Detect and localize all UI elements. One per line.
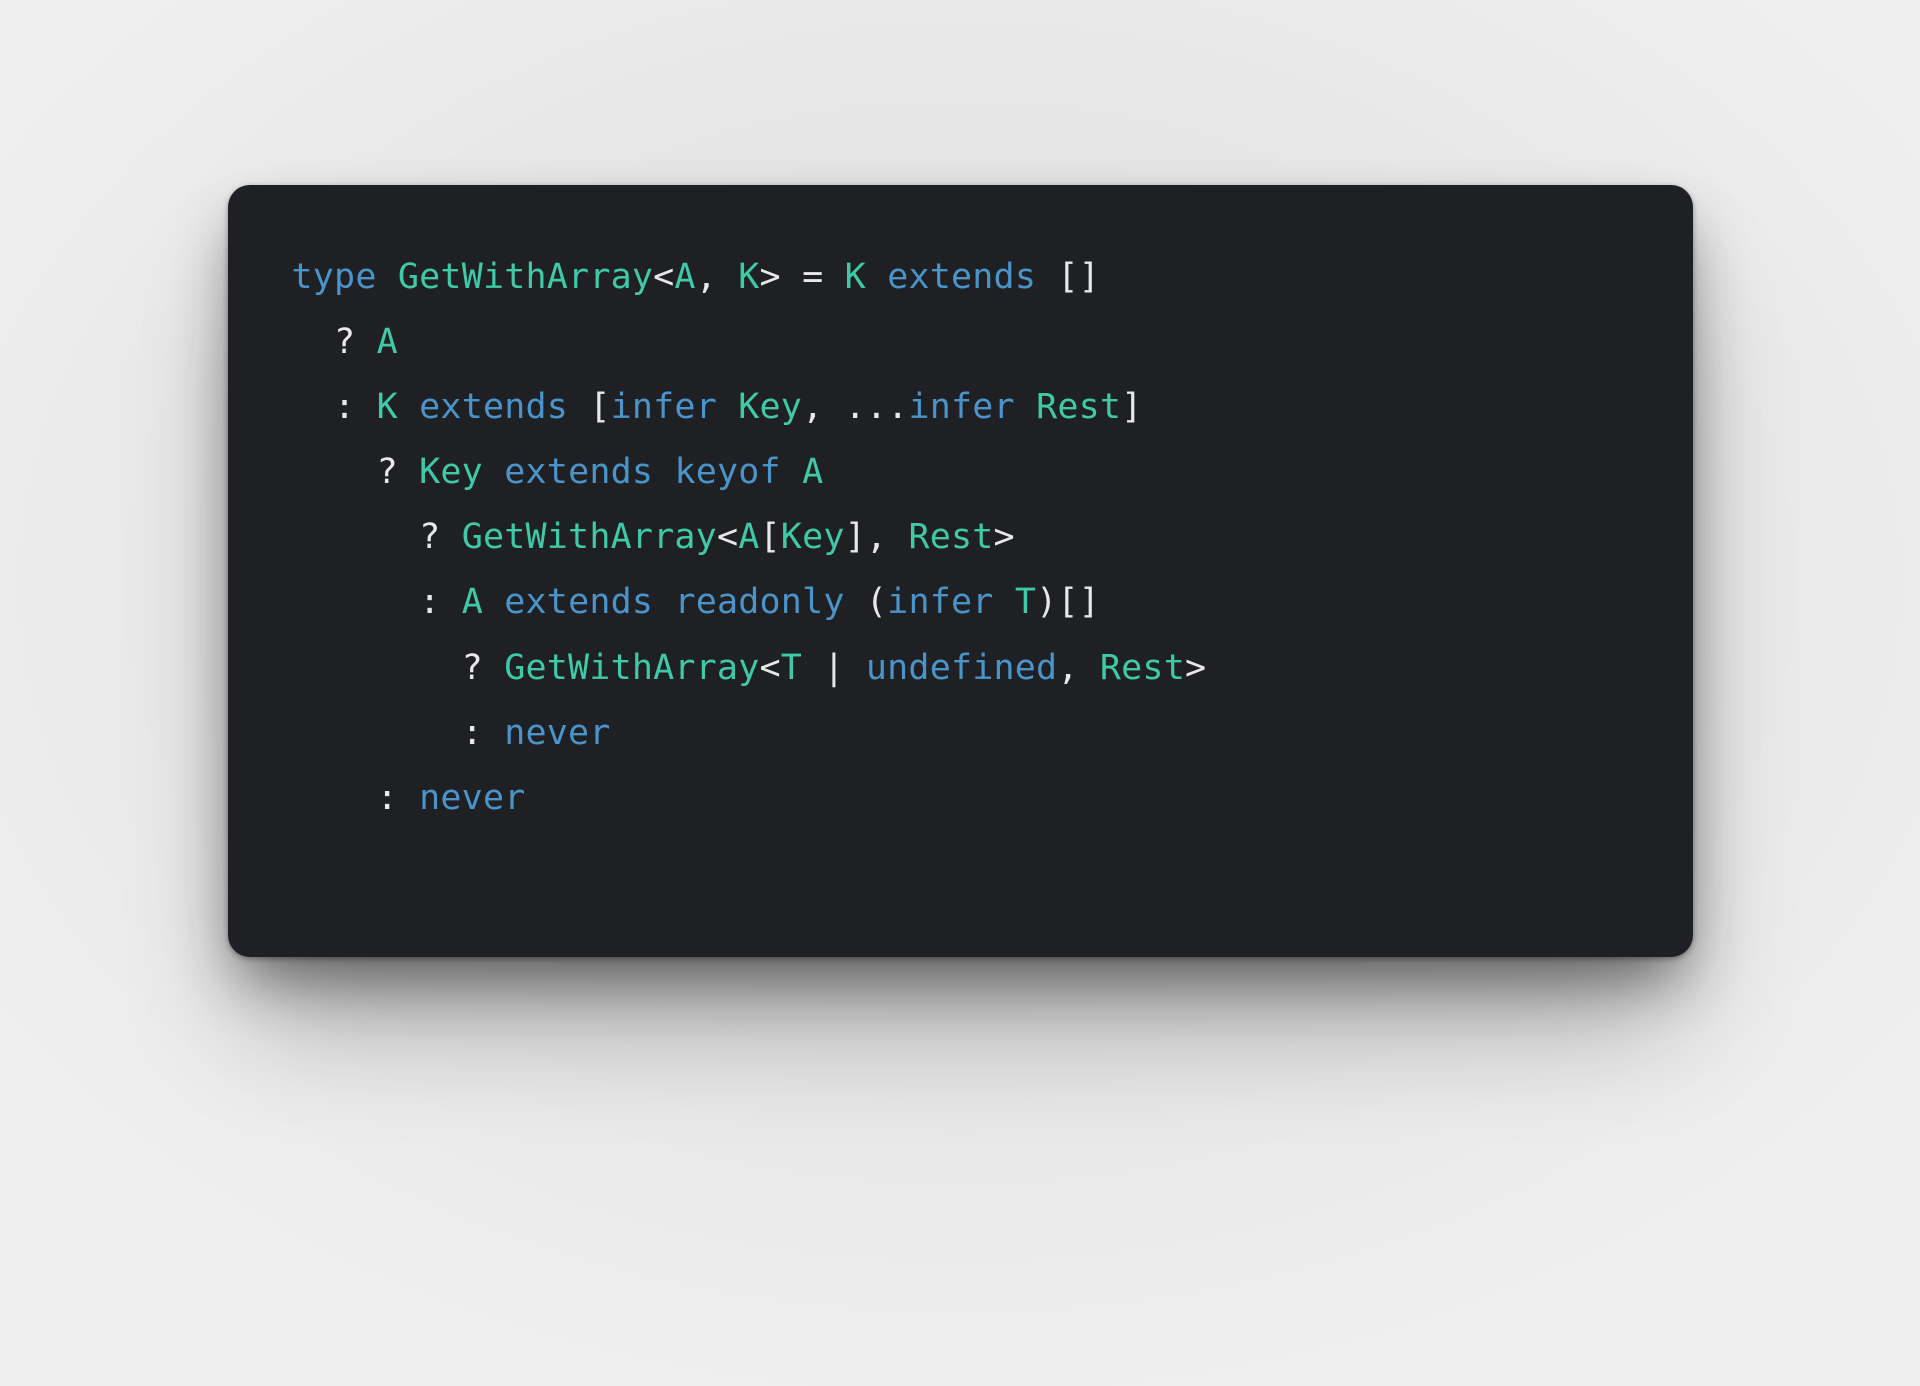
- code-token-punc: |: [802, 648, 866, 688]
- code-token-type: T: [781, 648, 802, 688]
- code-token-punc: <: [717, 517, 738, 557]
- code-token-punc: ],: [845, 517, 909, 557]
- code-token-punc: , ...: [802, 387, 908, 427]
- code-token-type: K: [738, 257, 759, 297]
- code-token-type: Rest: [1036, 387, 1121, 427]
- code-token-punc: [483, 582, 504, 622]
- code-token-kw: extends: [504, 582, 653, 622]
- code-token-kw: infer: [887, 582, 993, 622]
- code-token-punc: [994, 582, 1015, 622]
- code-token-type: GetWithArray: [398, 257, 653, 297]
- code-token-kw: never: [504, 713, 610, 753]
- code-token-punc: [866, 257, 887, 297]
- code-token-punc: )[]: [1036, 582, 1100, 622]
- code-token-punc: [781, 452, 802, 492]
- code-block: type GetWithArray<A, K> = K extends [] ?…: [292, 245, 1633, 831]
- code-token-punc: <: [653, 257, 674, 297]
- page-background: type GetWithArray<A, K> = K extends [] ?…: [0, 0, 1920, 1386]
- code-token-punc: ]: [1121, 387, 1142, 427]
- code-snippet-card: type GetWithArray<A, K> = K extends [] ?…: [228, 185, 1693, 957]
- code-token-punc: >: [1185, 648, 1206, 688]
- code-token-kw: undefined: [866, 648, 1057, 688]
- code-token-punc: ?: [292, 648, 505, 688]
- code-token-punc: :: [292, 713, 505, 753]
- code-token-type: T: [1015, 582, 1036, 622]
- code-token-type: GetWithArray: [462, 517, 717, 557]
- code-token-punc: [377, 257, 398, 297]
- code-token-punc: ,: [696, 257, 739, 297]
- code-token-kw: readonly: [674, 582, 844, 622]
- code-token-type: Key: [419, 452, 483, 492]
- code-token-punc: [653, 582, 674, 622]
- code-token-punc: ,: [1057, 648, 1100, 688]
- code-token-punc: ?: [292, 452, 420, 492]
- code-token-punc: >: [994, 517, 1015, 557]
- code-token-type: A: [674, 257, 695, 297]
- code-token-punc: > =: [760, 257, 845, 297]
- code-token-punc: [: [568, 387, 611, 427]
- code-token-kw: infer: [611, 387, 717, 427]
- code-token-punc: ?: [292, 517, 462, 557]
- code-token-type: Rest: [908, 517, 993, 557]
- code-token-kw: infer: [908, 387, 1014, 427]
- code-token-kw: extends: [504, 452, 653, 492]
- code-token-type: Rest: [1100, 648, 1185, 688]
- code-token-type: A: [462, 582, 483, 622]
- code-token-punc: :: [292, 582, 462, 622]
- code-token-punc: [1015, 387, 1036, 427]
- code-token-type: GetWithArray: [504, 648, 759, 688]
- code-token-punc: ?: [292, 322, 377, 362]
- code-token-punc: :: [292, 387, 377, 427]
- code-token-type: A: [738, 517, 759, 557]
- code-token-punc: [653, 452, 674, 492]
- code-token-punc: (: [845, 582, 888, 622]
- code-token-punc: [717, 387, 738, 427]
- code-token-type: A: [377, 322, 398, 362]
- code-token-type: A: [802, 452, 823, 492]
- code-token-punc: [: [760, 517, 781, 557]
- code-token-type: K: [845, 257, 866, 297]
- code-token-punc: []: [1036, 257, 1100, 297]
- code-token-punc: :: [292, 778, 420, 818]
- code-token-kw: type: [292, 257, 377, 297]
- code-token-punc: [483, 452, 504, 492]
- code-token-type: Key: [738, 387, 802, 427]
- code-token-punc: <: [759, 648, 780, 688]
- code-token-type: Key: [781, 517, 845, 557]
- code-token-kw: keyof: [674, 452, 780, 492]
- code-token-kw: extends: [887, 257, 1036, 297]
- code-token-type: K: [377, 387, 398, 427]
- code-token-punc: [398, 387, 419, 427]
- code-token-kw: extends: [419, 387, 568, 427]
- code-token-kw: never: [419, 778, 525, 818]
